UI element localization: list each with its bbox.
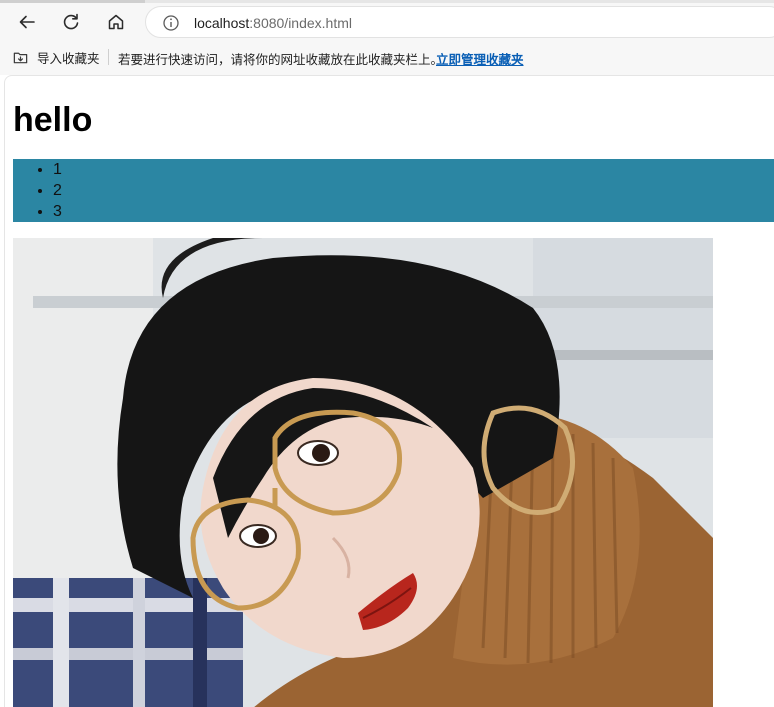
browser-chrome: localhost:8080/index.html 导入收藏夹 若要进行快速访问… (0, 0, 774, 75)
number-list: 1 2 3 (13, 159, 774, 222)
favorites-import-icon (13, 52, 28, 63)
info-icon[interactable] (162, 14, 180, 32)
portrait-illustration (13, 238, 713, 707)
refresh-button[interactable] (56, 7, 86, 37)
favorites-divider (108, 49, 109, 65)
manage-favorites-link[interactable]: 立即管理收藏夹 (436, 49, 524, 68)
list-item: 2 (53, 180, 774, 201)
url-host: localhost (194, 15, 250, 31)
page-body: hello 1 2 3 (13, 76, 774, 707)
address-bar[interactable]: localhost:8080/index.html (145, 6, 774, 38)
import-favorites-label: 导入收藏夹 (37, 51, 100, 66)
page-viewport: hello 1 2 3 (4, 75, 774, 707)
favorites-bar: 导入收藏夹 若要进行快速访问，请将你的网址收藏放在此收藏夹栏上。 立即管理收藏夹 (0, 41, 774, 73)
back-arrow-icon (19, 15, 35, 29)
page-title: hello (13, 101, 93, 139)
browser-toolbar: localhost:8080/index.html (0, 3, 774, 41)
url-path: :8080/index.html (249, 15, 352, 31)
favorites-hint: 若要进行快速访问，请将你的网址收藏放在此收藏夹栏上。 (118, 53, 444, 67)
address-url[interactable]: localhost:8080/index.html (194, 15, 352, 31)
import-favorites-button[interactable]: 导入收藏夹 (12, 47, 100, 67)
back-button[interactable] (12, 7, 42, 37)
home-icon (108, 14, 124, 30)
list-item: 3 (53, 201, 774, 222)
portrait-photo (13, 238, 713, 707)
home-button[interactable] (101, 7, 131, 37)
list-item: 1 (53, 159, 774, 180)
refresh-icon (63, 13, 79, 30)
